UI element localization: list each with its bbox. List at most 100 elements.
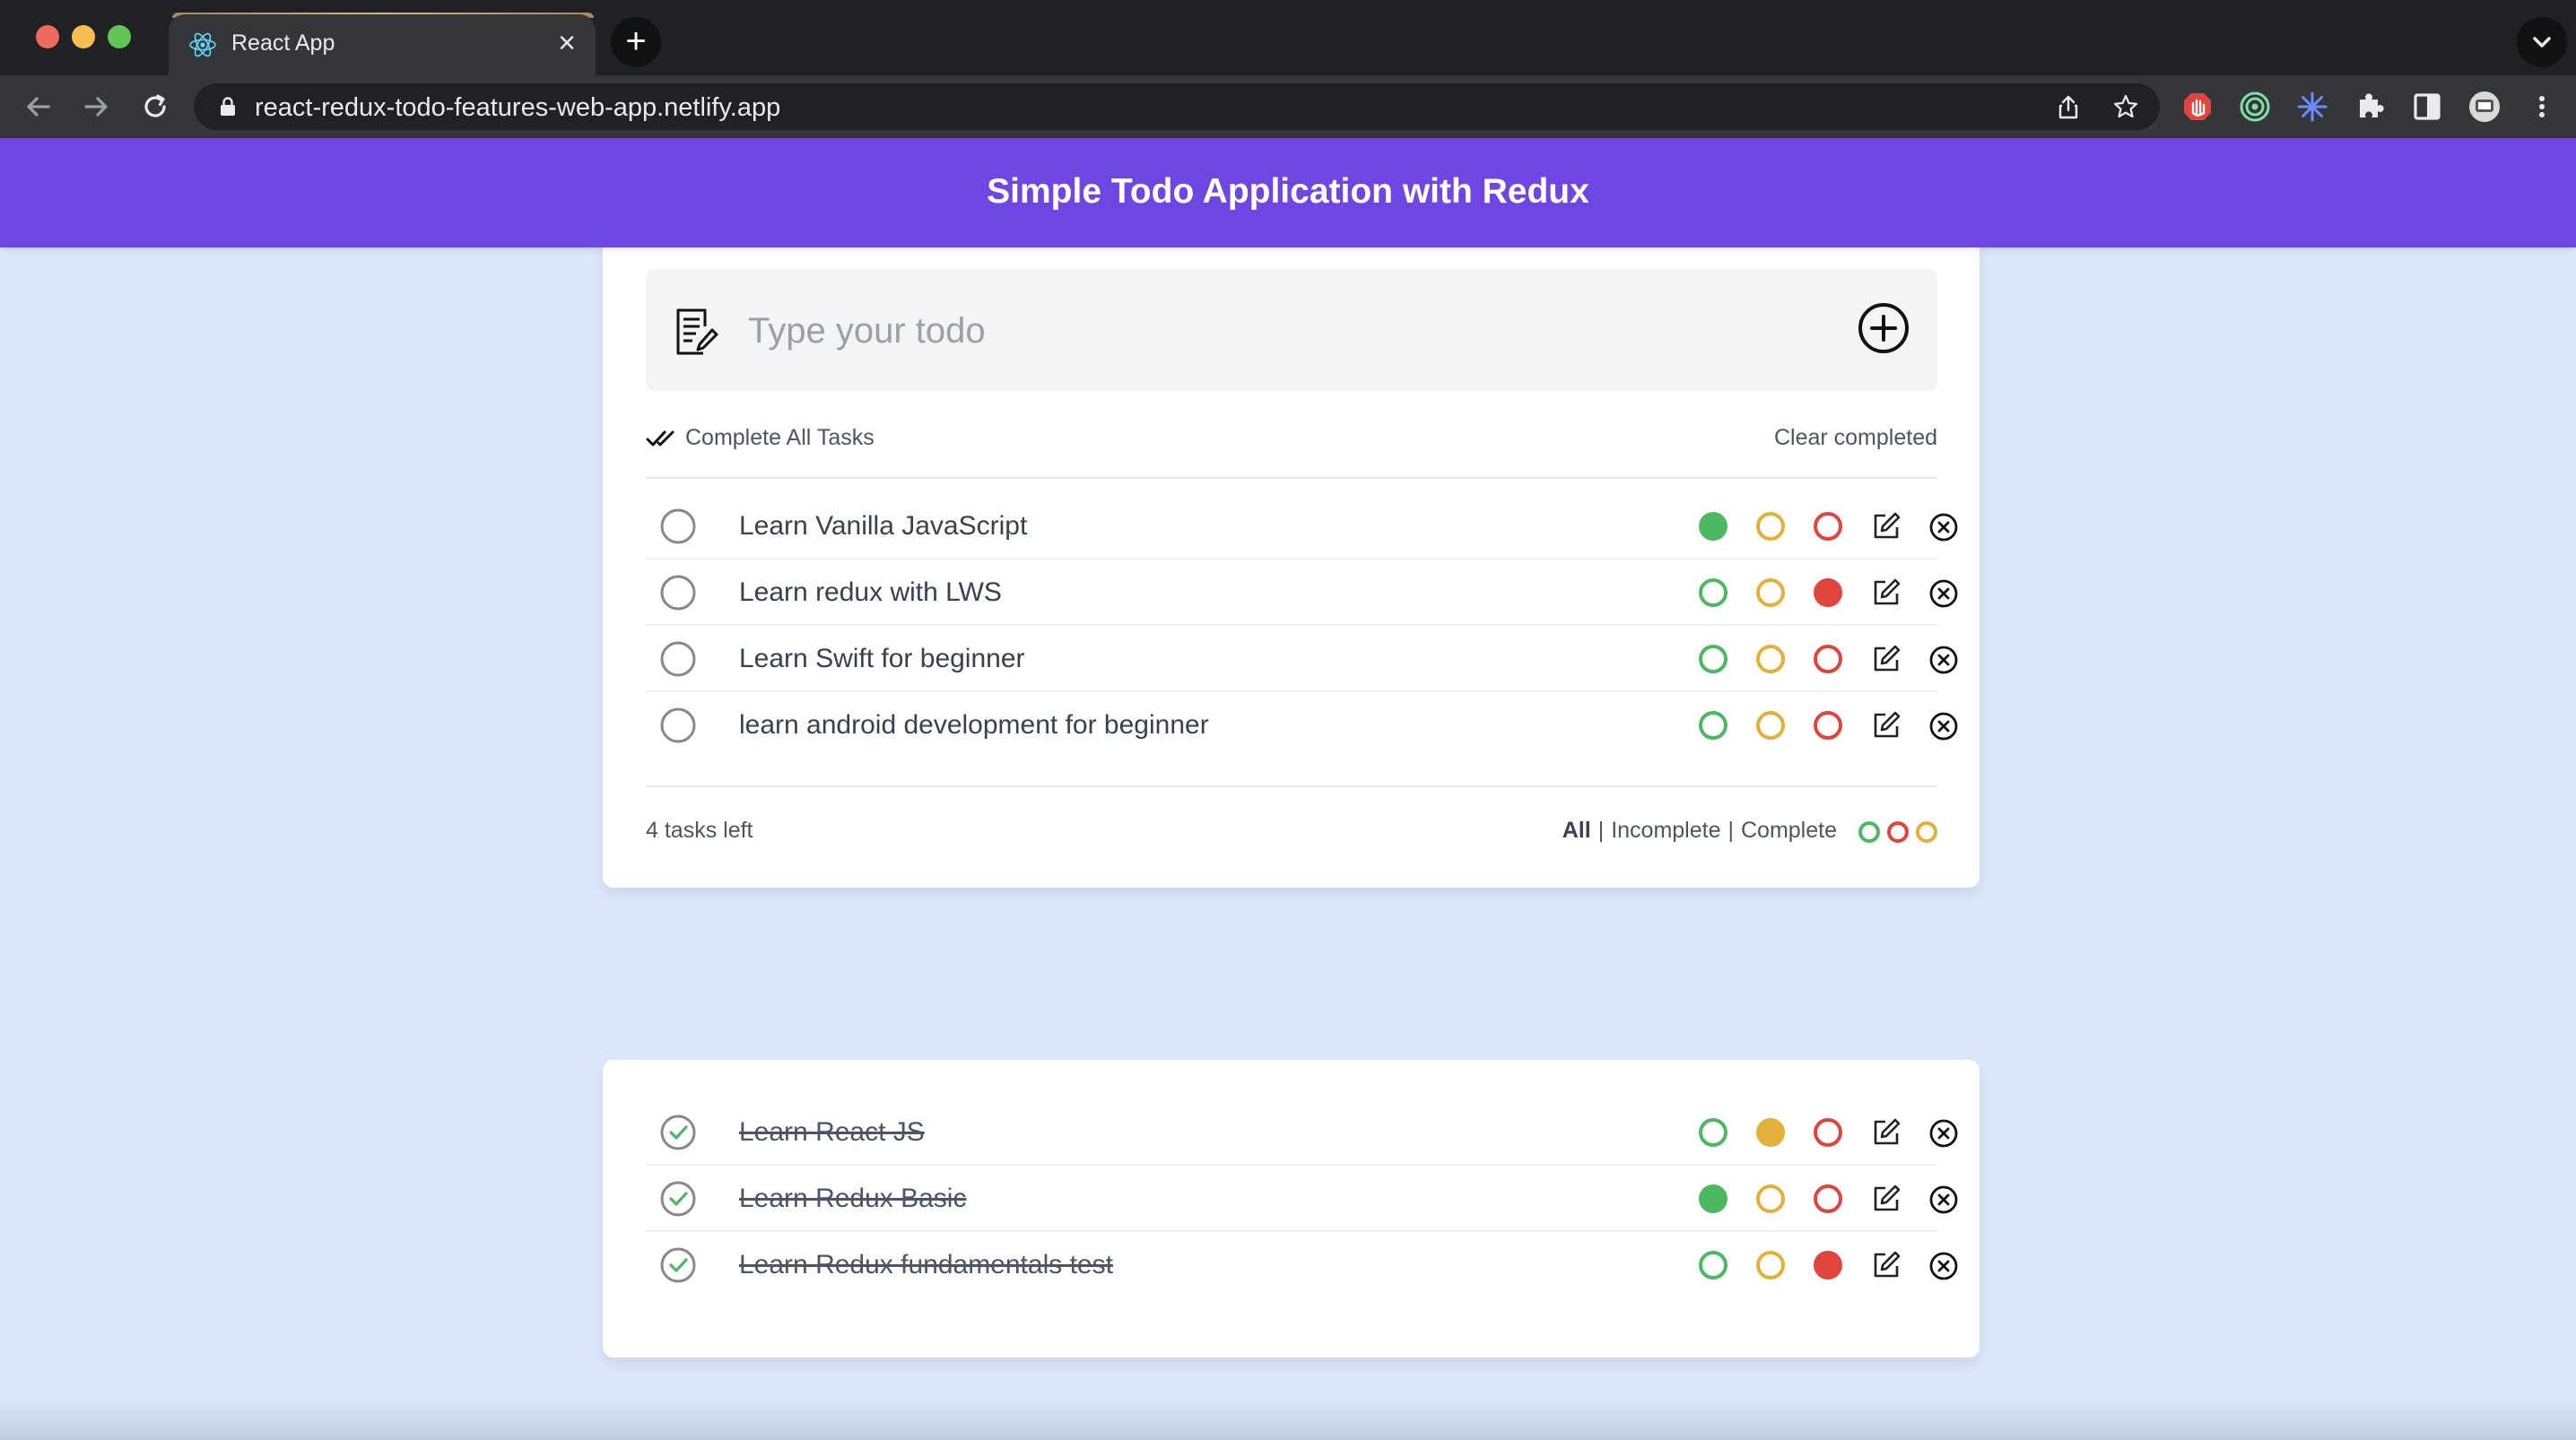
filter-color-green[interactable] [1858,821,1880,843]
completed-check-icon[interactable] [660,1115,696,1150]
status-filters: All | Incomplete | Complete [1562,818,1837,844]
filter-color-yellow[interactable] [1916,821,1937,843]
note-icon [676,308,718,355]
color-yellow-button[interactable] [1756,711,1785,740]
completed-check-icon[interactable] [660,1247,696,1283]
edit-icon[interactable] [1871,1250,1902,1280]
edit-icon[interactable] [1871,511,1902,542]
color-yellow-button[interactable] [1756,1184,1785,1213]
color-red-button[interactable] [1814,1184,1842,1213]
edit-icon[interactable] [1871,710,1902,741]
color-green-button[interactable] [1699,578,1727,607]
todo-row: learn android development for beginner [646,692,1958,759]
complete-checkbox[interactable] [660,575,696,611]
todo-text: learn android development for beginner [739,710,1209,740]
filter-color-red[interactable] [1887,821,1909,843]
completed-todo-row: Learn Redux Basic [646,1166,1958,1232]
todo-row: Learn Vanilla JavaScript [646,493,1958,560]
complete-checkbox[interactable] [660,641,696,677]
todo-text: Learn redux with LWS [739,577,1002,607]
todo-text: Learn React JS [739,1117,925,1147]
browser-toolbar: react-redux-todo-features-web-app.netlif… [0,75,2576,138]
delete-icon[interactable] [1928,645,1959,675]
filter-complete[interactable]: Complete [1741,818,1837,843]
tab-search-button[interactable] [2517,17,2567,67]
color-red-button[interactable] [1814,645,1842,673]
profile-avatar[interactable] [2468,91,2501,123]
footer-divider [646,785,1937,787]
todo-card: Complete All Tasks Clear completed Learn… [603,230,1980,888]
filter-separator: | [1727,818,1735,843]
color-green-button[interactable] [1699,711,1727,740]
delete-icon[interactable] [1928,512,1959,542]
tab-close-icon[interactable]: × [551,27,583,59]
todo-text: Learn Swift for beginner [739,644,1025,673]
color-yellow-button[interactable] [1756,1118,1785,1147]
back-arrow-icon[interactable] [18,86,59,127]
bulk-actions: Complete All Tasks Clear completed [646,420,1937,459]
delete-icon[interactable] [1928,1184,1959,1215]
completed-todo-row: Learn React JS [646,1099,1958,1166]
adblock-extension-icon[interactable] [2181,91,2214,123]
color-green-button[interactable] [1699,1118,1727,1147]
filter-all[interactable]: All [1562,818,1591,843]
edit-icon[interactable] [1871,644,1902,674]
kebab-menu-icon[interactable] [2526,91,2558,123]
todo-row: Learn Swift for beginner [646,626,1958,692]
puzzle-extensions-icon[interactable] [2354,91,2386,123]
share-icon[interactable] [2054,92,2083,121]
color-yellow-button[interactable] [1756,512,1785,541]
address-bar[interactable]: react-redux-todo-features-web-app.netlif… [194,83,2160,130]
todo-form [646,269,1937,391]
add-todo-button[interactable] [1857,301,1910,355]
tab-title: React App [231,30,335,56]
edit-icon[interactable] [1871,577,1902,608]
chevron-down-icon [2533,37,2551,48]
color-red-button[interactable] [1814,711,1842,740]
delete-icon[interactable] [1928,1251,1959,1281]
snowflake-extension-icon[interactable] [2296,91,2328,123]
bookmark-star-icon[interactable] [2111,92,2140,121]
side-panel-icon[interactable] [2411,91,2443,123]
color-green-button[interactable] [1699,645,1727,673]
todo-text: Learn Redux Basic [739,1184,967,1213]
browser-tab-bar: React App × + [0,0,2576,75]
completed-todo-row: Learn Redux fundamentals test [646,1232,1958,1298]
color-yellow-button[interactable] [1756,578,1785,607]
edit-icon[interactable] [1871,1117,1902,1148]
browser-tab[interactable]: React App × [169,14,596,75]
new-tab-button[interactable]: + [611,17,661,67]
color-red-button[interactable] [1814,578,1842,607]
todo-row: Learn redux with LWS [646,560,1958,626]
window-close-button[interactable] [36,25,59,48]
color-red-button[interactable] [1814,1251,1842,1280]
target-extension-icon[interactable] [2239,91,2271,123]
color-green-button[interactable] [1699,512,1727,541]
todo-footer: 4 tasks left All | Incomplete | Complete [646,812,1937,852]
complete-checkbox[interactable] [660,508,696,544]
color-green-button[interactable] [1699,1184,1727,1213]
completed-todo-card: Learn React JS Learn Redux Basic Learn R… [603,1060,1980,1358]
clear-completed-button[interactable]: Clear completed [1774,425,1937,451]
color-green-button[interactable] [1699,1251,1727,1280]
filter-incomplete[interactable]: Incomplete [1611,818,1720,843]
color-red-button[interactable] [1814,512,1842,541]
delete-icon[interactable] [1928,1118,1959,1149]
completed-check-icon[interactable] [660,1181,696,1217]
edit-icon[interactable] [1871,1184,1902,1214]
reload-icon[interactable] [135,86,176,127]
color-red-button[interactable] [1814,1118,1842,1147]
forward-arrow-icon[interactable] [75,86,117,127]
delete-icon[interactable] [1928,711,1959,742]
lock-icon [221,97,235,116]
url-text: react-redux-todo-features-web-app.netlif… [255,93,781,122]
color-yellow-button[interactable] [1756,1251,1785,1280]
window-maximize-button[interactable] [108,25,131,48]
todo-input[interactable] [746,301,1826,360]
window-minimize-button[interactable] [72,25,95,48]
todo-text: Learn Redux fundamentals test [739,1250,1113,1280]
color-yellow-button[interactable] [1756,645,1785,673]
complete-all-button[interactable]: Complete All Tasks [646,425,875,451]
delete-icon[interactable] [1928,578,1959,609]
complete-checkbox[interactable] [660,707,696,743]
